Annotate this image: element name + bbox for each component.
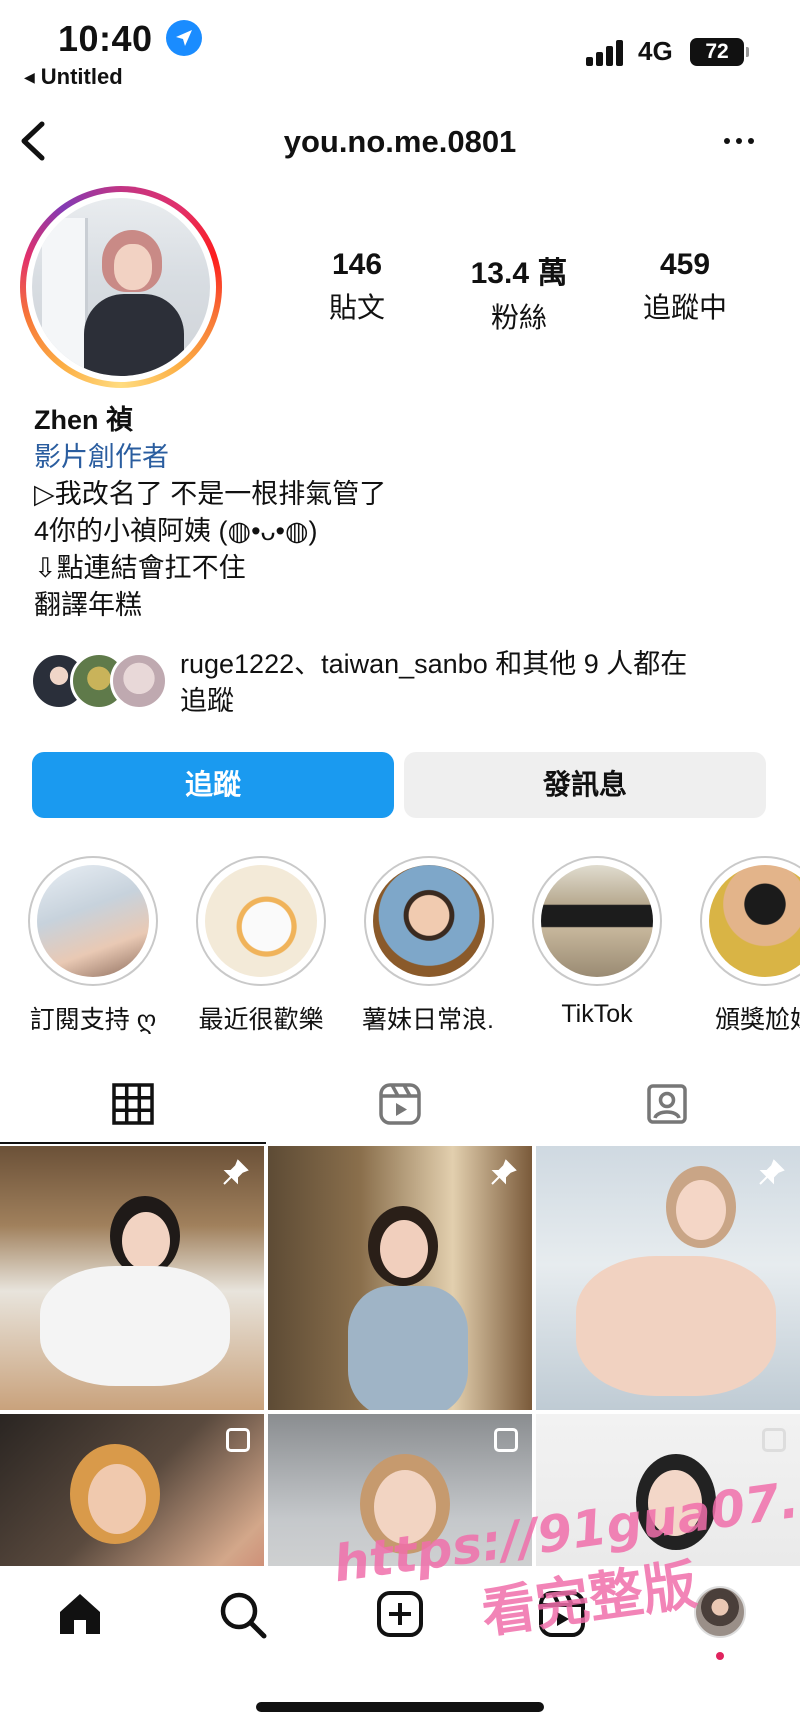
highlight-label: 頒獎尬妹 (714, 1006, 800, 1034)
notification-dot (716, 1652, 724, 1660)
following-count-label: 追蹤中 (642, 292, 727, 323)
home-icon[interactable] (56, 1590, 104, 1643)
story-highlight[interactable]: 薯妹日常浪... (362, 856, 496, 1036)
bio-line: ▷我改名了 不是一根排氣管了 (34, 479, 387, 509)
post-thumbnail[interactable] (536, 1146, 800, 1410)
followers-count-value: 13.4 萬 (470, 257, 568, 290)
pinned-post-icon (223, 1159, 249, 1185)
profile-bio: Zhen 禎 影片創作者 ▷我改名了 不是一根排氣管了 4你的小禎阿姨 (◍•ᴗ… (34, 402, 386, 624)
reels-icon[interactable] (538, 1590, 586, 1643)
network-type: 4G (638, 36, 673, 66)
followed-by-line: 追蹤 (180, 686, 234, 716)
profile-avatar[interactable] (694, 1586, 746, 1638)
create-icon[interactable] (376, 1590, 424, 1643)
battery-icon: 72 (690, 38, 749, 66)
multiple-photos-icon (226, 1428, 250, 1452)
highlight-label: TikTok (561, 1000, 633, 1028)
profile-tabs (0, 1064, 800, 1146)
profile-avatar-story-ring[interactable] (20, 186, 222, 388)
status-bar: 10:40 ◀ Untitled 4G 72 (0, 0, 800, 95)
grid-icon (112, 1083, 154, 1125)
posts-count-label: 貼文 (328, 292, 385, 323)
mutual-followers-avatars[interactable] (30, 650, 170, 714)
follow-button[interactable]: 追蹤 (32, 752, 394, 818)
story-highlight[interactable]: 訂閱支持 ღ (26, 856, 160, 1036)
highlight-cover (205, 865, 317, 977)
profile-display-name: Zhen 禎 (34, 405, 133, 435)
search-icon[interactable] (218, 1590, 268, 1645)
followed-by-text[interactable]: ruge1222、taiwan_sanbo 和其他 9 人都在 追蹤 (180, 646, 780, 720)
followers-count[interactable]: 13.4 萬 粉絲 (444, 248, 594, 336)
multiple-photos-icon (494, 1428, 518, 1452)
status-time: 10:40 (58, 18, 153, 59)
story-highlight[interactable]: 最近很歡樂 (194, 856, 328, 1036)
post-thumbnail[interactable] (268, 1414, 532, 1566)
mutual-avatar (110, 652, 168, 710)
highlight-label: 薯妹日常浪... (362, 1006, 496, 1034)
back-app-label: Untitled (40, 64, 123, 89)
tab-posts-grid[interactable] (0, 1064, 266, 1146)
posts-count[interactable]: 146 貼文 (282, 248, 432, 326)
multiple-photos-icon (762, 1428, 786, 1452)
tab-reels[interactable] (267, 1064, 533, 1146)
followed-by-line: ruge1222、taiwan_sanbo 和其他 9 人都在 (180, 649, 688, 679)
bio-line: 翻譯年糕 (34, 590, 142, 620)
following-count[interactable]: 459 追蹤中 (610, 248, 760, 326)
highlight-label: 訂閱支持 ღ (29, 1006, 157, 1034)
tagged-icon (647, 1084, 687, 1124)
following-count-value: 459 (659, 248, 711, 281)
more-options-icon[interactable] (724, 138, 760, 144)
profile-category: 影片創作者 (34, 442, 169, 472)
location-arrow-icon (166, 20, 202, 56)
home-indicator (256, 1702, 544, 1712)
story-highlight[interactable]: 頒獎尬妹 (698, 856, 800, 1036)
highlight-cover (373, 865, 485, 977)
highlight-cover (37, 865, 149, 977)
back-to-app-link[interactable]: ◀ Untitled (24, 64, 123, 90)
highlight-label: 最近很歡樂 (198, 1006, 324, 1034)
bio-line: 4你的小禎阿姨 (◍•ᴗ•◍) (34, 516, 318, 546)
bio-line: ⇩點連結會扛不住 (34, 553, 246, 583)
back-triangle-icon: ◀ (24, 69, 35, 85)
posts-count-value: 146 (331, 248, 383, 281)
profile-avatar (32, 198, 210, 376)
highlight-cover (709, 865, 800, 977)
profile-username: you.no.me.0801 (283, 124, 517, 159)
cellular-signal-icon (586, 38, 626, 66)
followers-count-label: 粉絲 (490, 302, 547, 333)
active-tab-indicator (0, 1142, 266, 1144)
highlight-cover (541, 865, 653, 977)
post-thumbnail[interactable] (0, 1146, 264, 1410)
message-button[interactable]: 發訊息 (404, 752, 766, 818)
story-highlight[interactable]: TikTok (530, 856, 664, 1029)
tab-tagged[interactable] (534, 1064, 800, 1146)
post-thumbnail[interactable] (0, 1414, 264, 1566)
reels-icon (379, 1083, 421, 1125)
posts-grid (0, 1146, 800, 1566)
post-thumbnail[interactable] (536, 1414, 800, 1566)
post-thumbnail[interactable] (268, 1146, 532, 1410)
profile-header: you.no.me.0801 (0, 110, 800, 174)
pinned-post-icon (491, 1159, 517, 1185)
pinned-post-icon (759, 1159, 785, 1185)
